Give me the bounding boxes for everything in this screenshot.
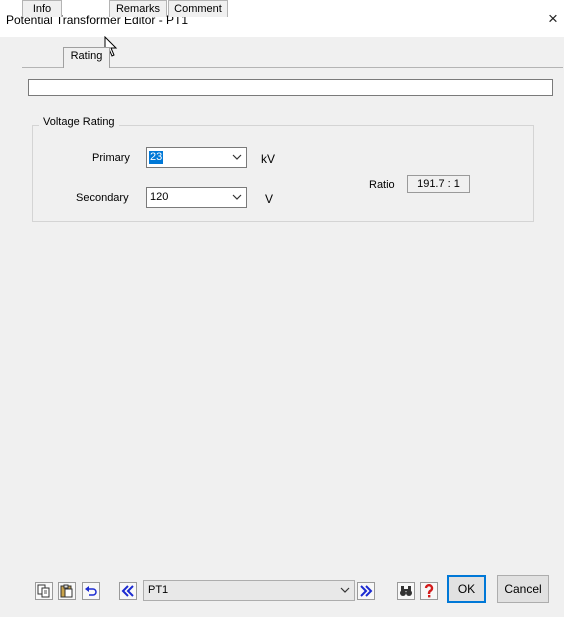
paste-button[interactable]: [58, 582, 76, 600]
voltage-rating-group-label: Voltage Rating: [39, 116, 119, 128]
paste-icon: [60, 584, 73, 598]
primary-voltage-combo[interactable]: 23: [146, 147, 247, 168]
copy-button[interactable]: [35, 582, 53, 600]
ratio-value-field: 191.7 : 1: [407, 175, 470, 193]
title-bar: Potential Transformer Editor - PT1 ×: [0, 0, 564, 37]
secondary-voltage-combo[interactable]: 120: [146, 187, 247, 208]
tab-remarks[interactable]: Remarks: [109, 0, 167, 17]
chevron-down-icon: [340, 587, 350, 593]
chevron-down-icon: [232, 194, 242, 200]
voltage-rating-group: [32, 125, 534, 222]
ratio-label: Ratio: [369, 179, 395, 191]
next-record-button[interactable]: [357, 582, 375, 600]
primary-voltage-value: 23: [149, 151, 164, 164]
undo-icon: [85, 586, 97, 596]
secondary-unit: V: [265, 192, 274, 206]
secondary-label: Secondary: [76, 192, 129, 204]
record-selector-value: PT1: [148, 584, 169, 596]
copy-icon: [37, 584, 50, 598]
find-button[interactable]: [397, 582, 415, 600]
double-chevron-left-icon: [121, 585, 134, 597]
chevron-down-icon: [232, 154, 242, 160]
primary-unit: kV: [261, 152, 276, 166]
close-button[interactable]: ×: [548, 8, 564, 30]
double-chevron-right-icon: [360, 585, 373, 597]
secondary-voltage-value: 120: [150, 191, 169, 203]
undo-button[interactable]: [82, 582, 100, 600]
help-icon: [424, 584, 434, 598]
cancel-button[interactable]: Cancel: [497, 575, 549, 603]
tab-info[interactable]: Info: [22, 0, 62, 17]
record-selector-combo[interactable]: PT1: [143, 580, 355, 601]
tab-rating[interactable]: Rating: [63, 47, 110, 68]
title-text-field[interactable]: [28, 79, 553, 96]
previous-record-button[interactable]: [119, 582, 137, 600]
binoculars-icon: [400, 586, 412, 596]
tab-comment[interactable]: Comment: [168, 0, 228, 17]
help-button[interactable]: [420, 582, 438, 600]
ok-button[interactable]: OK: [447, 575, 486, 603]
primary-label: Primary: [92, 152, 130, 164]
